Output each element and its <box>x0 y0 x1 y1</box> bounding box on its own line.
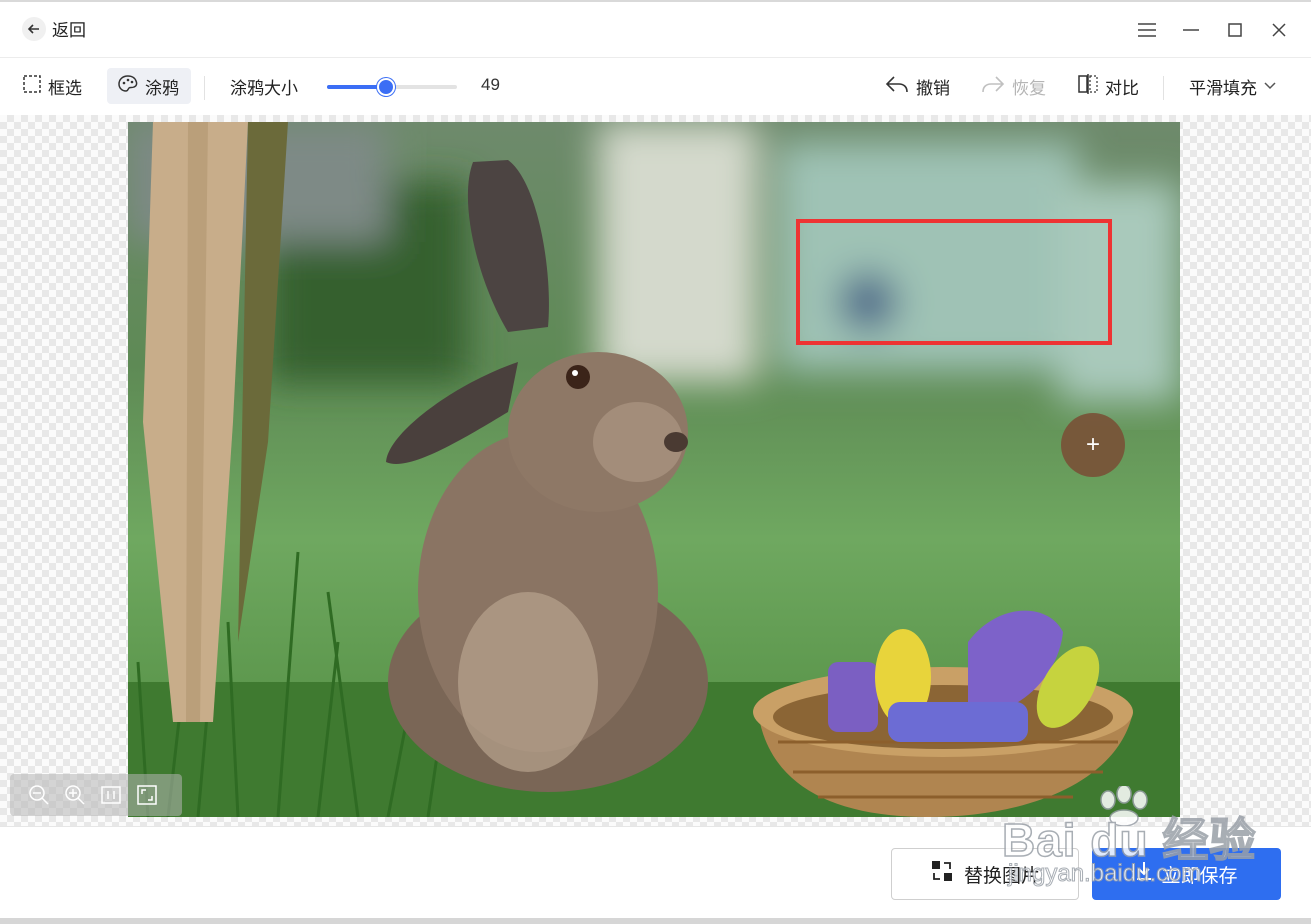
brush-size-value: 49 <box>481 75 500 94</box>
actual-size-icon[interactable] <box>98 782 124 808</box>
brush-size-slider[interactable] <box>327 78 457 96</box>
zoom-in-icon[interactable] <box>62 782 88 808</box>
undo-icon <box>884 74 910 99</box>
compare-icon <box>1077 73 1099 100</box>
toolbar-divider <box>1163 76 1164 100</box>
bottom-action-bar: 替换图片 立即保存 <box>0 826 1311 918</box>
replace-image-label: 替换图片 <box>963 865 1040 887</box>
box-select-label: 框选 <box>48 78 82 98</box>
palette-icon <box>117 74 139 99</box>
plus-icon: + <box>1085 431 1100 458</box>
brush-cursor: + <box>1061 413 1125 477</box>
fill-mode-dropdown[interactable]: 平滑填充 <box>1189 68 1277 104</box>
replace-icon <box>930 859 954 889</box>
maximize-icon[interactable] <box>1217 14 1253 46</box>
back-button[interactable]: 返回 <box>22 16 86 41</box>
zoom-out-icon[interactable] <box>26 782 52 808</box>
window-controls <box>1129 14 1297 46</box>
title-bar: 返回 <box>0 0 1311 57</box>
redo-icon <box>980 74 1006 99</box>
back-label: 返回 <box>52 21 86 40</box>
redo-button[interactable]: 恢复 <box>980 68 1046 104</box>
menu-icon[interactable] <box>1129 14 1165 46</box>
minimize-icon[interactable] <box>1173 14 1209 46</box>
selection-rectangle[interactable] <box>796 219 1112 345</box>
brush-size-label: 涂鸦大小 <box>230 78 298 98</box>
fit-screen-icon[interactable] <box>134 782 160 808</box>
save-now-label: 立即保存 <box>1161 865 1238 887</box>
window-bottom-edge <box>0 918 1311 924</box>
chevron-down-icon <box>1263 76 1277 96</box>
compare-label: 对比 <box>1105 78 1139 98</box>
brush-tool[interactable]: 涂鸦 <box>107 68 191 104</box>
toolbar-divider <box>204 76 205 100</box>
toolbar: 框选 涂鸦 涂鸦大小 49 撤销 恢复 对比 平滑填充 <box>0 57 1311 115</box>
arrow-left-icon <box>22 16 46 41</box>
close-icon[interactable] <box>1261 14 1297 46</box>
undo-button[interactable]: 撤销 <box>884 68 950 104</box>
download-icon <box>1135 861 1153 887</box>
brush-label: 涂鸦 <box>145 78 179 98</box>
slider-handle[interactable] <box>376 78 395 96</box>
save-now-button[interactable]: 立即保存 <box>1092 848 1281 900</box>
compare-button[interactable]: 对比 <box>1077 68 1139 104</box>
undo-label: 撤销 <box>916 78 950 98</box>
redo-label: 恢复 <box>1012 78 1046 98</box>
replace-image-button[interactable]: 替换图片 <box>891 848 1079 900</box>
zoom-controls <box>10 774 182 816</box>
box-select-tool[interactable]: 框选 <box>22 68 82 104</box>
box-select-icon <box>22 74 42 99</box>
fill-mode-label: 平滑填充 <box>1189 78 1257 98</box>
